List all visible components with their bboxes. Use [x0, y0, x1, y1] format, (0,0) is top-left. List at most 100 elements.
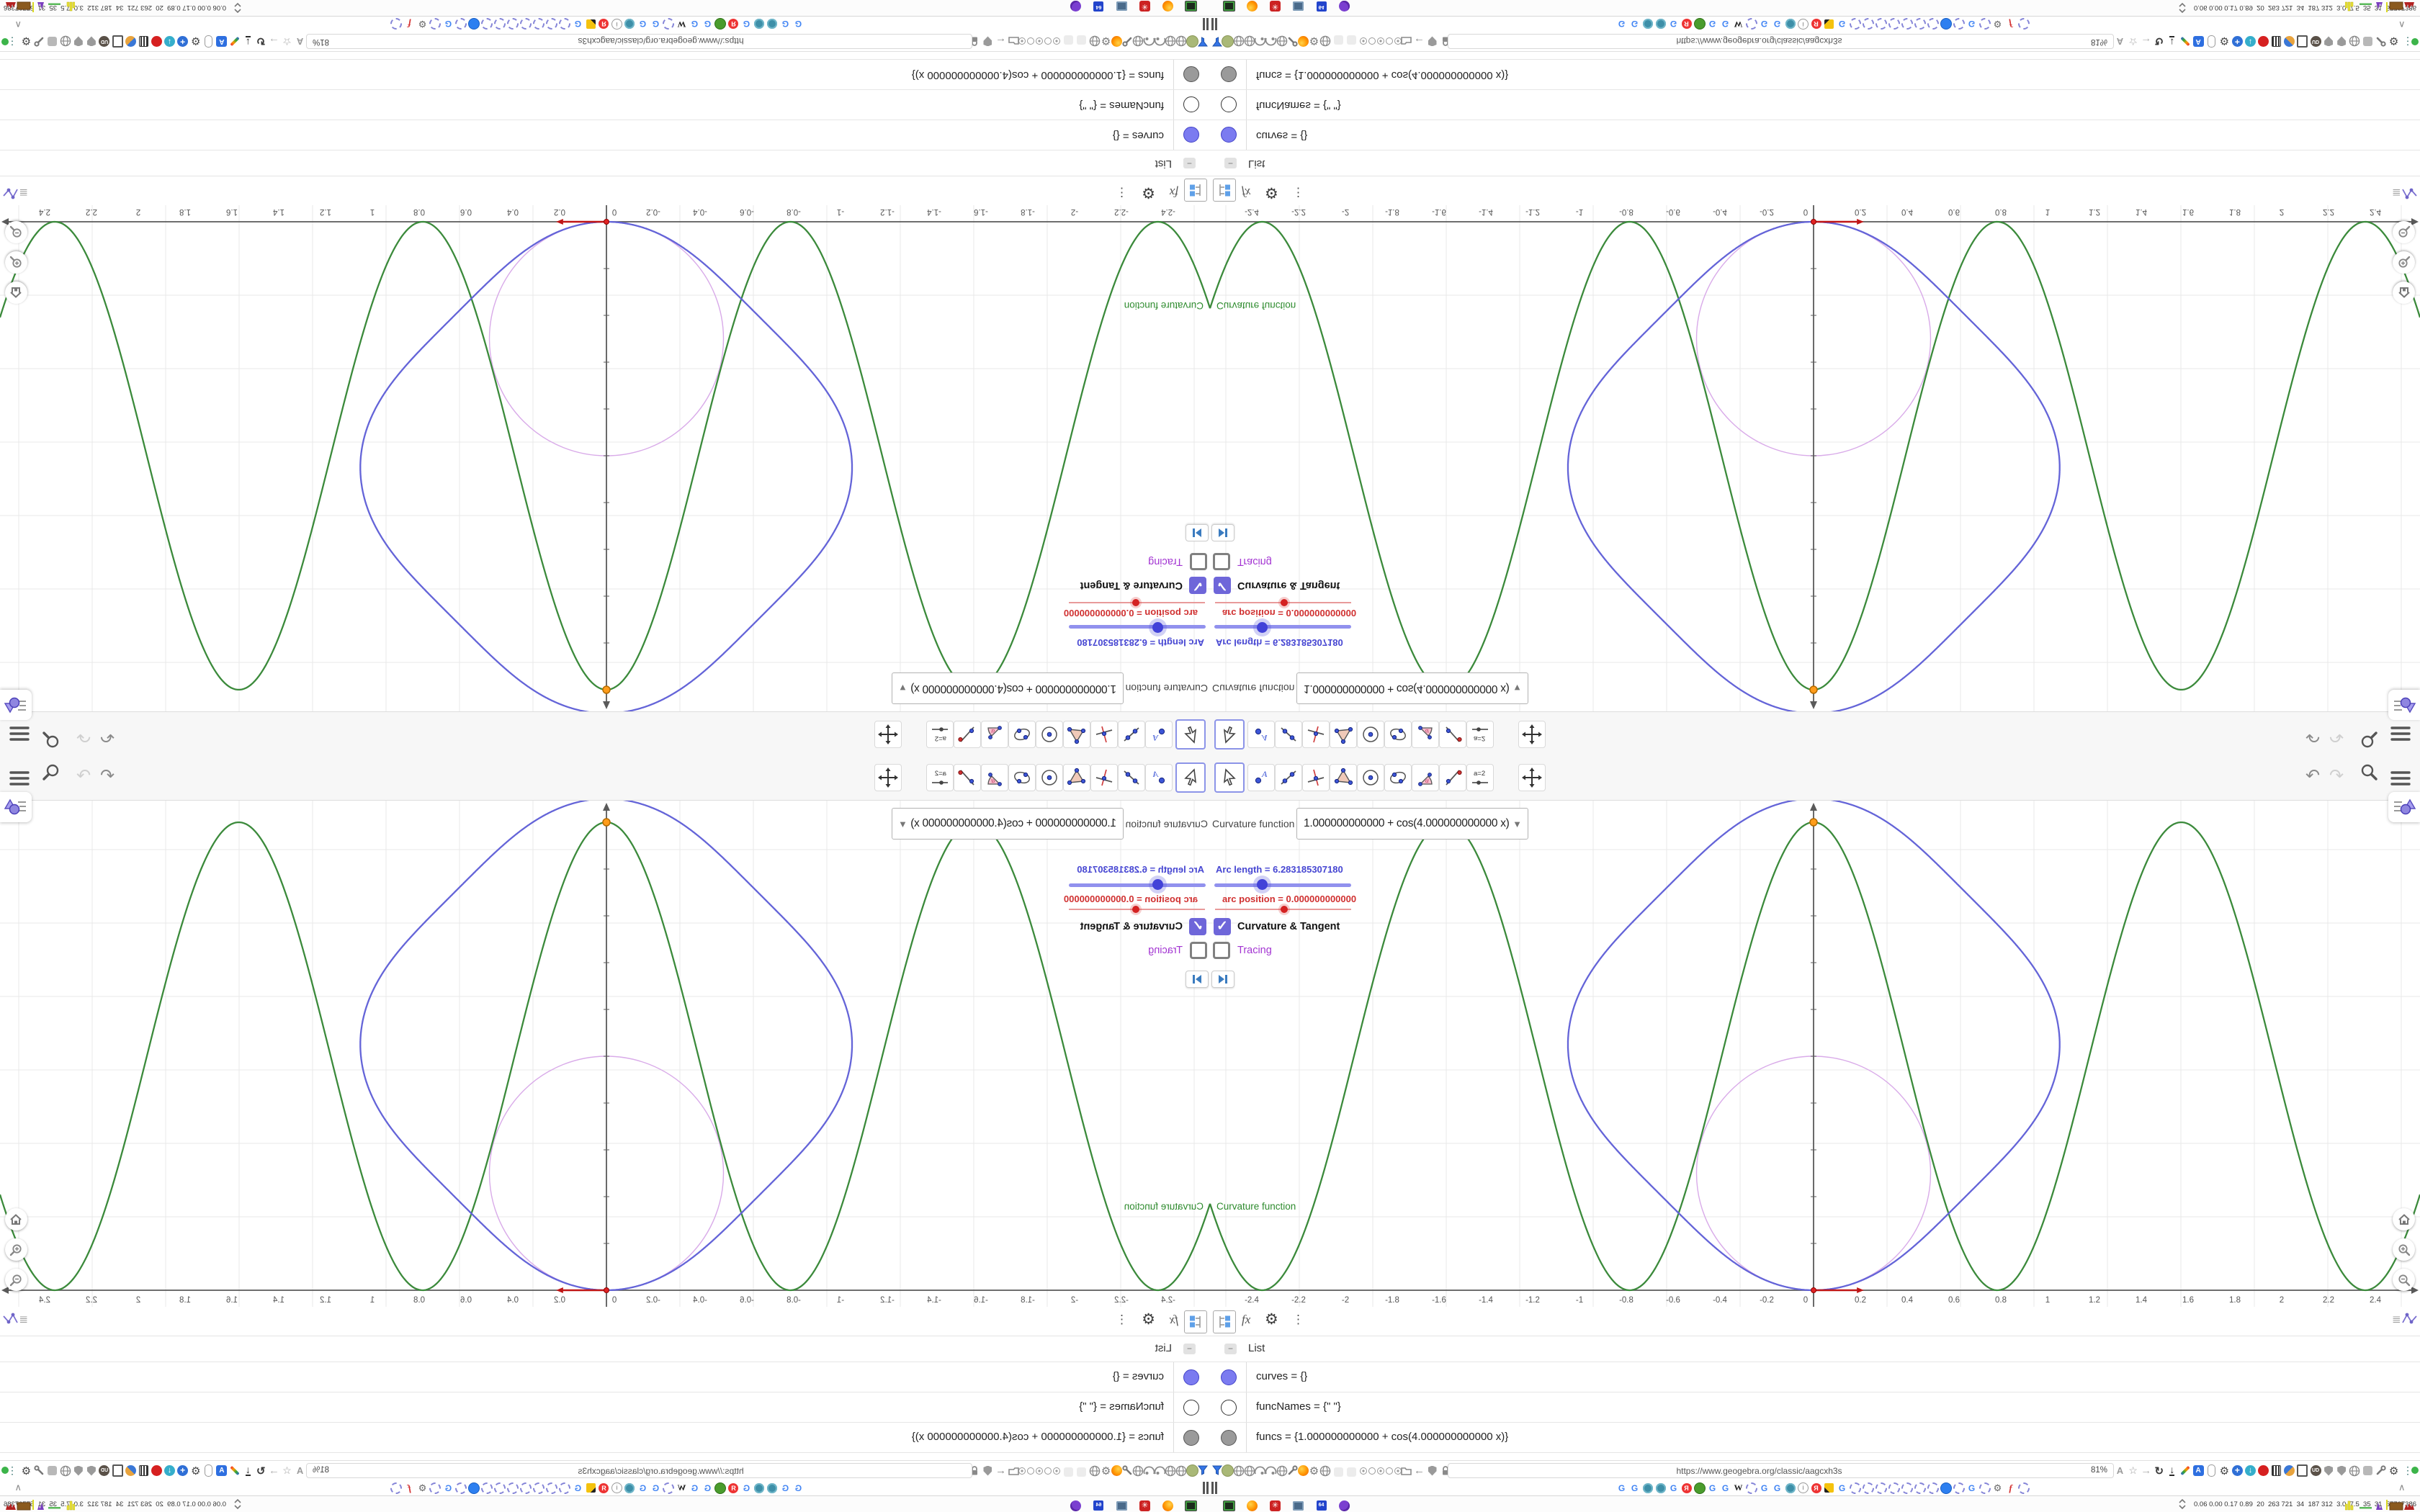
dot-circle-icon[interactable]	[1377, 37, 1384, 45]
bookmark-g-icon[interactable]: G	[1615, 18, 1628, 30]
tool-ellipse[interactable]	[1008, 721, 1036, 748]
purple-face-icon[interactable]	[1070, 0, 1082, 13]
bookmark-dash-icon[interactable]	[1849, 1482, 1861, 1494]
bookmark-g-icon[interactable]: G	[1719, 18, 1731, 30]
ud-circle-icon[interactable]: UD	[2310, 1464, 2322, 1477]
play-button[interactable]	[1186, 971, 1209, 988]
bookmark-dash-icon[interactable]	[1849, 18, 1861, 30]
purple-face-icon[interactable]	[1338, 0, 1350, 13]
floppy-64-icon[interactable]: 64	[1093, 1499, 1105, 1512]
bookmark-duck-icon[interactable]	[1693, 1482, 1706, 1494]
arc-length-slider[interactable]	[1069, 622, 1206, 633]
undo-icon[interactable]: ↶	[2300, 721, 2325, 750]
globe-icon[interactable]	[1132, 35, 1144, 48]
bookmark-g-icon[interactable]: G	[572, 18, 584, 30]
red-circle-icon[interactable]	[2257, 35, 2269, 48]
bookmark-dash-icon[interactable]	[494, 18, 506, 30]
bookmark-info-icon[interactable]: i	[1797, 18, 1809, 30]
translate-icon[interactable]: A	[294, 1464, 306, 1477]
globe-icon[interactable]	[1132, 1464, 1144, 1477]
bookmark-g-icon[interactable]: G	[792, 1482, 805, 1494]
tool-angle[interactable]: α	[1412, 721, 1439, 748]
gear-icon[interactable]: ⚙	[2218, 35, 2231, 48]
visibility-marble[interactable]	[1221, 1400, 1237, 1416]
tool-angle[interactable]: α	[1412, 764, 1439, 791]
gear-icon[interactable]: ⚙	[189, 35, 202, 48]
reload-icon[interactable]: ↻	[255, 1464, 267, 1477]
tool-perpendicular-line[interactable]	[1090, 721, 1118, 748]
zoom-in-button[interactable]	[5, 251, 27, 274]
kebab-menu-icon[interactable]: ⋮	[1292, 185, 1304, 199]
tool-move-cursor[interactable]	[1214, 719, 1245, 750]
bookmark-duck-icon[interactable]	[1693, 18, 1706, 30]
tracing-checkbox[interactable]	[1190, 553, 1207, 570]
bookmark-dash-icon[interactable]	[1862, 1482, 1874, 1494]
algebra-row-funcnames[interactable]: funcNames = {" "}	[1210, 1392, 2420, 1423]
visibility-marble[interactable]	[1221, 1430, 1237, 1446]
sort-by-type-button[interactable]	[1213, 1310, 1236, 1333]
bookmark-g-icon[interactable]: G	[1836, 18, 1848, 30]
shield-icon[interactable]	[2336, 1464, 2348, 1477]
bookmark-dash-icon[interactable]	[1888, 1482, 1900, 1494]
chevron-up-icon[interactable]: ∧	[14, 19, 22, 30]
tool-move-graphics-view[interactable]	[874, 721, 902, 748]
tool-line[interactable]	[1118, 764, 1145, 791]
curvature-function-dropdown[interactable]: 1.000000000000 + cos(4.000000000000 x) ▼	[1296, 672, 1528, 704]
tool-ellipse[interactable]	[1384, 764, 1412, 791]
redo-icon[interactable]: ↷	[71, 762, 96, 791]
bookmark-g-icon[interactable]: G	[1667, 18, 1680, 30]
bookmark-dash-icon[interactable]	[507, 1482, 519, 1494]
bookmark-dash-icon[interactable]	[390, 1482, 403, 1494]
algebra-panel-toggle[interactable]: ≣	[2392, 1313, 2418, 1326]
bookmark-g-icon[interactable]: G	[442, 18, 454, 30]
ghost-icon[interactable]	[1345, 1466, 1358, 1478]
algebra-row-funcs[interactable]: funcs = {1.000000000000 + cos(4.00000000…	[1210, 1423, 2420, 1453]
bookmark-img-icon[interactable]	[1823, 1482, 1835, 1494]
bookmark-g-icon[interactable]: G	[702, 1482, 714, 1494]
shield-icon[interactable]	[1426, 35, 1438, 48]
bookmark-dash-icon[interactable]	[1978, 18, 1991, 30]
redo-icon[interactable]: ↷	[2324, 721, 2349, 750]
tool-move-graphics-view[interactable]	[1518, 764, 1546, 791]
bookmark-dash-icon[interactable]	[520, 1482, 532, 1494]
bookmark-dash-icon[interactable]	[520, 18, 532, 30]
tool-slider[interactable]: a=2	[1466, 721, 1494, 748]
tool-point[interactable]: A	[1247, 764, 1275, 791]
wrench-icon[interactable]	[1121, 35, 1134, 48]
puzzle-icon[interactable]	[46, 1464, 58, 1477]
back-icon[interactable]: ←	[995, 35, 1007, 48]
bookmark-g-icon[interactable]: G	[1758, 1482, 1770, 1494]
graphics-view[interactable]: -2.4 -2.2 -2 -1.8 -1.6 -1.4 -1.2 -1 -0.8 -0.6 -0.4…	[1210, 205, 2420, 711]
bookmark-g-icon[interactable]: G	[442, 1482, 454, 1494]
home-button[interactable]	[5, 1208, 27, 1230]
bookmark-g-icon[interactable]: G	[779, 1482, 792, 1494]
wrench-icon[interactable]	[2375, 35, 2387, 48]
bookmark-dash-icon[interactable]	[1927, 18, 1939, 30]
visibility-marble[interactable]	[1183, 1369, 1199, 1385]
forward-icon[interactable]: →	[268, 1464, 280, 1477]
globe-color-icon[interactable]	[2283, 35, 2295, 48]
shield-icon[interactable]	[982, 35, 994, 48]
bookmark-g-icon[interactable]: G	[1628, 1482, 1641, 1494]
globe-color-icon[interactable]	[2283, 1464, 2295, 1477]
bookmark-dash-icon[interactable]	[2017, 18, 2030, 30]
bookmark-dash-icon[interactable]	[663, 1482, 675, 1494]
shield-icon[interactable]	[982, 1464, 994, 1477]
bookmark-blue-icon[interactable]	[468, 18, 480, 30]
shield-icon[interactable]	[1426, 1464, 1438, 1477]
trash-icon[interactable]	[2270, 35, 2282, 48]
undo-icon[interactable]: ↶	[95, 762, 120, 791]
pin-icon[interactable]	[1197, 1464, 1209, 1477]
expander-icon[interactable]	[234, 2, 241, 13]
tool-move-cursor[interactable]	[1175, 762, 1206, 793]
bookmark-dash-icon[interactable]	[481, 18, 493, 30]
gauge-icon[interactable]	[1143, 35, 1155, 48]
graphics-settings-button[interactable]	[2388, 792, 2420, 822]
red-gear-icon[interactable]: ✳	[1139, 0, 1151, 13]
visibility-marble[interactable]	[1221, 96, 1237, 112]
bookmark-blue-icon[interactable]	[1940, 18, 1952, 30]
menu-icon[interactable]	[2388, 716, 2413, 745]
bookmark-f-icon[interactable]: f	[2004, 18, 2017, 30]
ring-icon[interactable]	[1368, 1467, 1376, 1475]
gear-icon[interactable]: ⚙	[189, 1464, 202, 1477]
